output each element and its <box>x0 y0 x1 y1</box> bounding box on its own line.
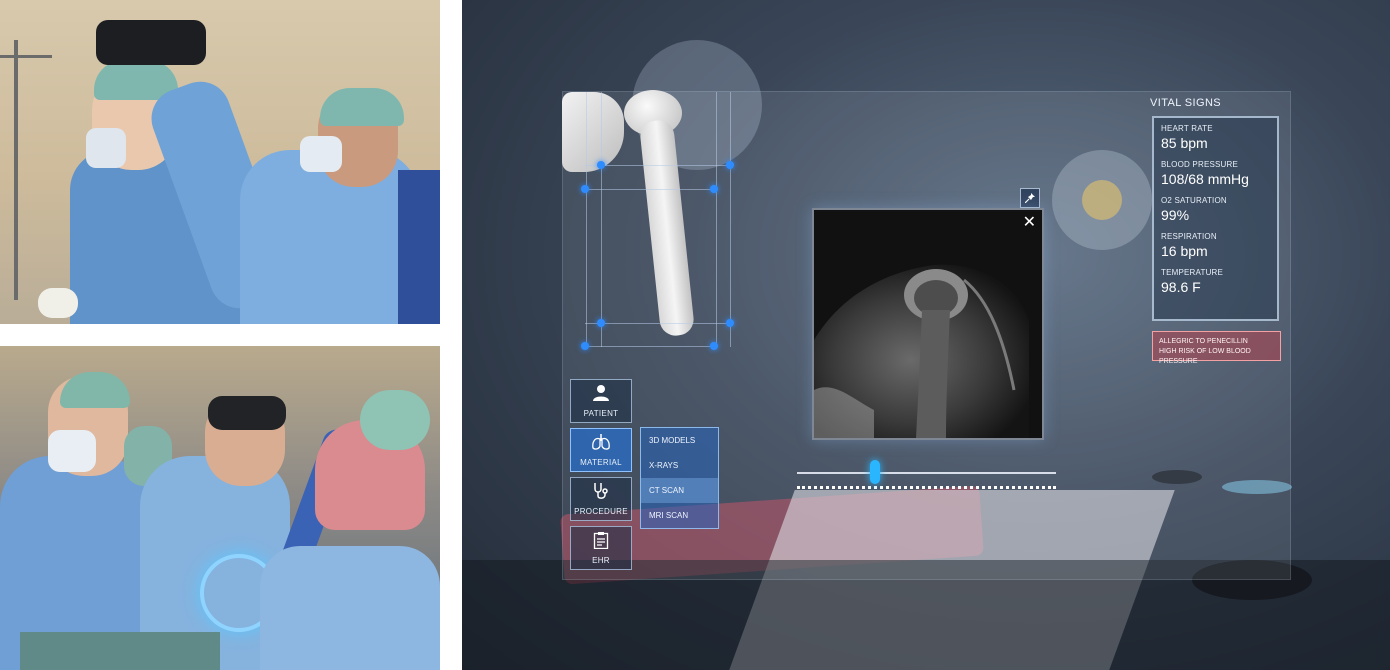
vitals-panel: HEART RATE 85 bpm BLOOD PRESSURE 108/68 … <box>1152 116 1279 321</box>
vital-value-temperature: 98.6 F <box>1161 279 1201 295</box>
submenu-item-mri-scan[interactable]: MRI SCAN <box>641 503 718 528</box>
submenu-item-3d-models[interactable]: 3D MODELS <box>641 428 718 453</box>
grid-handle[interactable] <box>726 161 734 169</box>
scan-slider-track[interactable] <box>797 472 1056 474</box>
vital-label-heart-rate: HEART RATE <box>1161 124 1213 133</box>
menu-item-procedure[interactable]: PROCEDURE <box>570 477 632 521</box>
vital-value-heart-rate: 85 bpm <box>1161 135 1208 151</box>
ar-side-menu: PATIENT MATERIAL PROCEDURE EHR <box>570 379 632 575</box>
grid-handle[interactable] <box>581 185 589 193</box>
grid-handle[interactable] <box>710 342 718 350</box>
scan-slider-ticks <box>797 483 1056 489</box>
lungs-icon <box>591 433 611 455</box>
grid-handle[interactable] <box>710 185 718 193</box>
alert-blood-pressure: HIGH RISK OF LOW BLOOD PRESSURE <box>1159 348 1251 365</box>
menu-item-label: MATERIAL <box>580 458 622 467</box>
clipboard-icon <box>593 531 609 553</box>
close-icon[interactable]: ✕ <box>1023 214 1036 232</box>
patient-alert: ALLEGRIC TO PENECILLIN HIGH RISK OF LOW … <box>1152 331 1281 365</box>
scan-image-viewer[interactable]: ✕ <box>812 208 1044 440</box>
grid-handle[interactable] <box>597 161 605 169</box>
vital-value-o2-saturation: 99% <box>1161 207 1190 223</box>
submenu-item-ct-scan[interactable]: CT SCAN <box>641 478 718 503</box>
material-submenu: 3D MODELS X-RAYS CT SCAN MRI SCAN <box>640 427 719 529</box>
person-icon <box>592 384 610 406</box>
mri-shoulder-image <box>814 210 1042 438</box>
photo-surgery-team <box>0 346 440 670</box>
vital-label-temperature: TEMPERATURE <box>1161 268 1224 277</box>
menu-item-patient[interactable]: PATIENT <box>570 379 632 423</box>
photo-surgeon-headset <box>0 0 440 324</box>
pin-icon[interactable] <box>1020 188 1040 208</box>
menu-item-label: PROCEDURE <box>574 507 628 516</box>
submenu-item-x-rays[interactable]: X-RAYS <box>641 453 718 478</box>
vital-label-respiration: RESPIRATION <box>1161 232 1217 241</box>
scan-slider-handle[interactable] <box>869 460 880 484</box>
alert-allergy: ALLEGRIC TO PENECILLIN <box>1159 338 1248 345</box>
grid-handle[interactable] <box>597 319 605 327</box>
vital-label-blood-pressure: BLOOD PRESSURE <box>1161 160 1239 169</box>
stethoscope-icon <box>592 482 610 504</box>
menu-item-ehr[interactable]: EHR <box>570 526 632 570</box>
vitals-title: VITAL SIGNS <box>1150 97 1222 109</box>
menu-item-label: EHR <box>592 556 610 565</box>
vital-value-blood-pressure: 108/68 mmHg <box>1161 171 1249 187</box>
vital-label-o2-saturation: O2 SATURATION <box>1161 196 1227 205</box>
menu-item-label: PATIENT <box>583 409 619 418</box>
grid-handle[interactable] <box>726 319 734 327</box>
grid-handle[interactable] <box>581 342 589 350</box>
vital-value-respiration: 16 bpm <box>1161 243 1208 259</box>
ar-operating-room-view: PATIENT MATERIAL PROCEDURE EHR 3D MODELS… <box>462 0 1390 670</box>
menu-item-material[interactable]: MATERIAL <box>570 428 632 472</box>
